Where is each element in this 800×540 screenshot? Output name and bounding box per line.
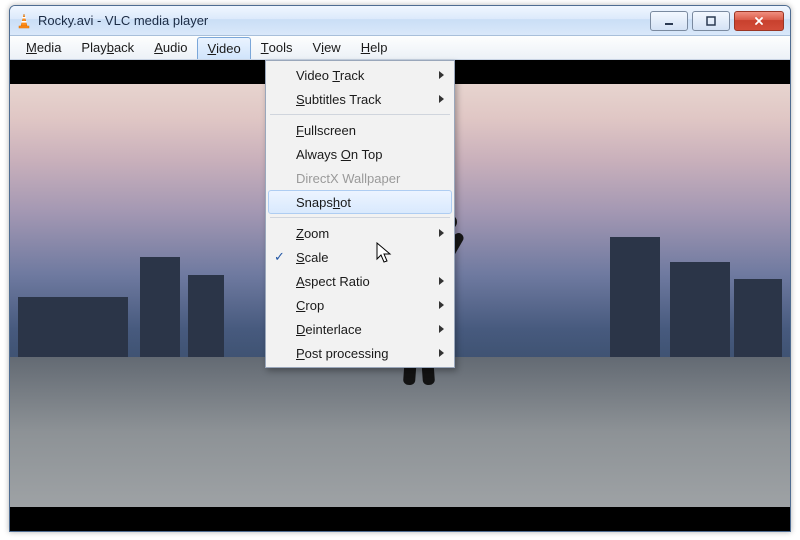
vlc-cone-icon [16, 13, 32, 29]
menuitem-label: Aspect Ratio [296, 274, 370, 289]
menuitem-label: Video Track [296, 68, 364, 83]
scene-building [188, 275, 224, 367]
menuitem-label: Fullscreen [296, 123, 356, 138]
chevron-right-icon [439, 71, 444, 79]
menuitem-directx-wallpaper: DirectX Wallpaper [268, 166, 452, 190]
menuitem-post-processing[interactable]: Post processing [268, 341, 452, 365]
menuitem-label: Deinterlace [296, 322, 362, 337]
chevron-right-icon [439, 349, 444, 357]
chevron-right-icon [439, 95, 444, 103]
menuitem-snapshot[interactable]: Snapshot [268, 190, 452, 214]
menuitem-fullscreen[interactable]: Fullscreen [268, 118, 452, 142]
menuitem-label: Snapshot [296, 195, 351, 210]
menu-separator [270, 114, 450, 115]
menuitem-aspect-ratio[interactable]: Aspect Ratio [268, 269, 452, 293]
menuitem-subtitles-track[interactable]: Subtitles Track [268, 87, 452, 111]
menuitem-label: Scale [296, 250, 329, 265]
titlebar[interactable]: Rocky.avi - VLC media player [10, 6, 790, 36]
minimize-button[interactable] [650, 11, 688, 31]
menu-help[interactable]: Help [351, 36, 398, 59]
menuitem-label: Subtitles Track [296, 92, 381, 107]
check-icon: ✓ [274, 249, 285, 265]
close-button[interactable] [734, 11, 784, 31]
video-menu-dropdown: Video Track Subtitles Track Fullscreen Alwa… [265, 60, 455, 368]
menuitem-crop[interactable]: Crop [268, 293, 452, 317]
menuitem-label: Zoom [296, 226, 329, 241]
scene-building [734, 279, 782, 357]
chevron-right-icon [439, 277, 444, 285]
menuitem-scale[interactable]: ✓ Scale [268, 245, 452, 269]
menu-tools[interactable]: Tools [251, 36, 303, 59]
window-title: Rocky.avi - VLC media player [38, 13, 650, 28]
menu-separator [270, 217, 450, 218]
menu-view[interactable]: View [303, 36, 351, 59]
scene-building [610, 237, 660, 357]
menu-video[interactable]: Video [197, 37, 250, 59]
menuitem-label: Post processing [296, 346, 389, 361]
app-window: Rocky.avi - VLC media player MediaPlayba… [9, 5, 791, 532]
menu-audio[interactable]: Audio [144, 36, 197, 59]
menu-media[interactable]: Media [16, 36, 71, 59]
chevron-right-icon [439, 229, 444, 237]
chevron-right-icon [439, 325, 444, 333]
menuitem-video-track[interactable]: Video Track [268, 63, 452, 87]
menu-playback[interactable]: Playback [71, 36, 144, 59]
menuitem-zoom[interactable]: Zoom [268, 221, 452, 245]
maximize-button[interactable] [692, 11, 730, 31]
letterbox-bottom [10, 507, 790, 531]
scene-building [140, 257, 180, 367]
menubar: MediaPlaybackAudioVideoToolsViewHelp [10, 36, 790, 60]
menuitem-deinterlace[interactable]: Deinterlace [268, 317, 452, 341]
menuitem-label: Always On Top [296, 147, 383, 162]
menuitem-label: Crop [296, 298, 324, 313]
menuitem-label: DirectX Wallpaper [296, 171, 400, 186]
scene-building [670, 262, 730, 357]
chevron-right-icon [439, 301, 444, 309]
menuitem-always-on-top[interactable]: Always On Top [268, 142, 452, 166]
window-controls [650, 11, 784, 31]
